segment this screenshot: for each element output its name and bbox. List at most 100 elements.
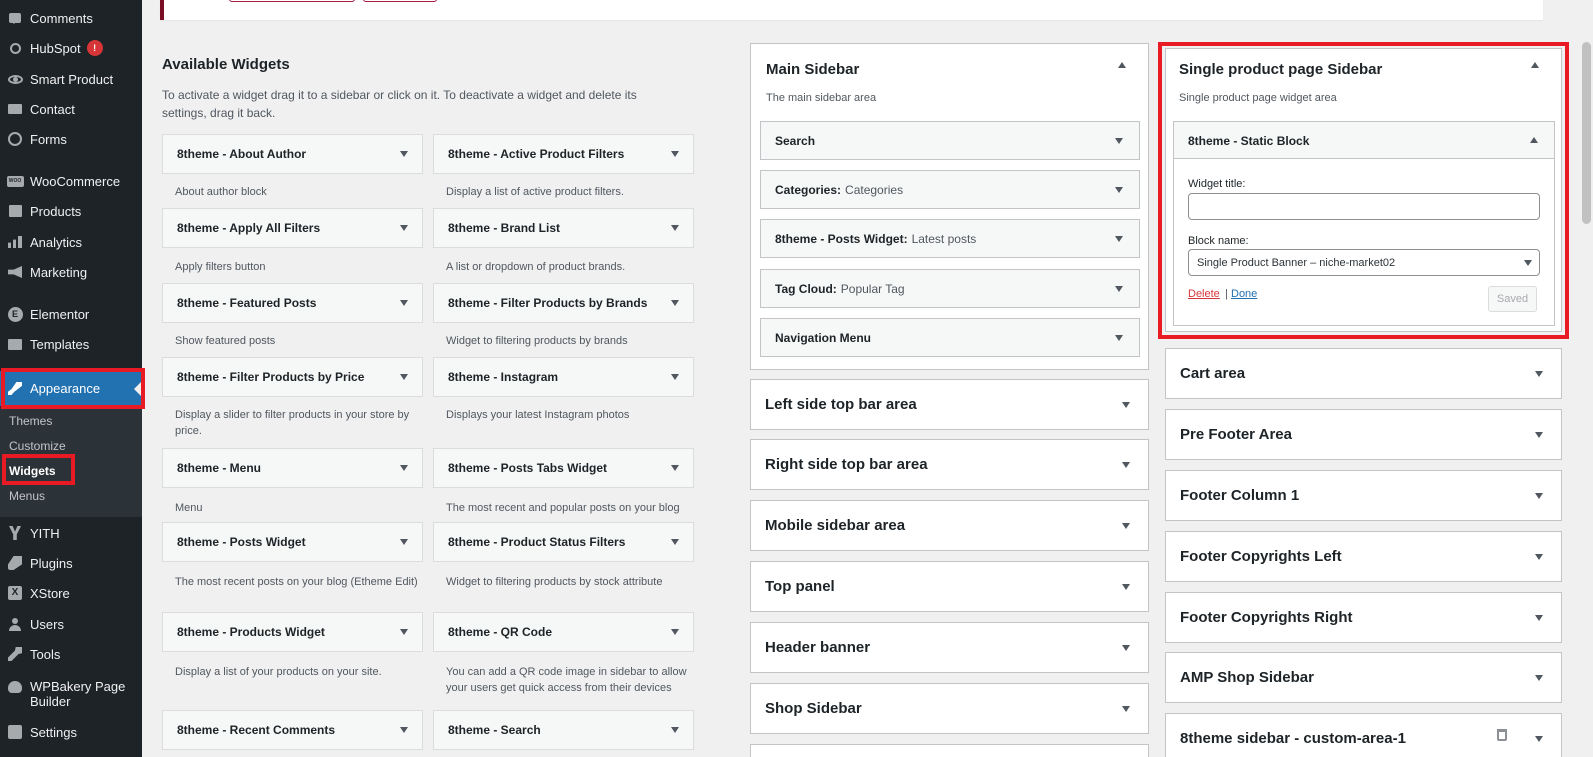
widget-about-author[interactable]: 8theme - About Author: [162, 134, 423, 174]
available-widgets-description: To activate a widget drag it to a sideba…: [162, 88, 637, 120]
sidebar-widget-search[interactable]: Search: [760, 121, 1140, 160]
sidebar-widget-posts[interactable]: 8theme - Posts Widget: Latest posts: [760, 219, 1140, 258]
submenu-menus[interactable]: Menus: [9, 489, 45, 503]
chevron-up-icon[interactable]: [1531, 62, 1539, 68]
menu-item-forms[interactable]: Forms: [0, 124, 142, 154]
sidebar-widget-navigation-menu[interactable]: Navigation Menu: [760, 318, 1140, 357]
sidebar-widget-categories[interactable]: Categories: Categories: [760, 170, 1140, 209]
widget-products-widget[interactable]: 8theme - Products Widget: [162, 612, 423, 652]
area-left-side-top-bar[interactable]: Left side top bar area: [750, 379, 1149, 430]
submenu-customize[interactable]: Customize: [9, 439, 66, 453]
chevron-down-icon: [400, 727, 408, 733]
main-sidebar: Main Sidebar The main sidebar area Searc…: [750, 43, 1149, 370]
chevron-down-icon: [1122, 583, 1130, 590]
single-product-sidebar-title[interactable]: Single product page Sidebar: [1179, 61, 1382, 78]
folder-icon: [8, 338, 22, 350]
block-name-select[interactable]: Single Product Banner – niche-market02: [1188, 249, 1540, 276]
chevron-down-icon: [671, 727, 679, 733]
area-pre-footer[interactable]: Pre Footer Area: [1165, 409, 1562, 460]
menu-item-hubspot[interactable]: HubSpot!: [0, 33, 142, 63]
widget-filter-products-by-price[interactable]: 8theme - Filter Products by Price: [162, 357, 423, 397]
widget-description: Widget to filtering products by stock at…: [446, 576, 663, 588]
widget-search[interactable]: 8theme - Search: [433, 710, 694, 750]
widget-description: A list or dropdown of product brands.: [446, 261, 626, 273]
chevron-up-icon[interactable]: [1118, 62, 1126, 68]
chevron-down-icon: [1535, 674, 1543, 681]
menu-item-elementor[interactable]: E Elementor: [0, 299, 142, 329]
menu-item-appearance[interactable]: Appearance: [0, 371, 142, 406]
menu-item-woocommerce[interactable]: WOO WooCommerce: [0, 166, 142, 196]
widget-brand-list[interactable]: 8theme - Brand List: [433, 208, 694, 248]
menu-item-wpbakery[interactable]: WPBakery Page Builder: [0, 677, 142, 713]
widget-posts-tabs[interactable]: 8theme - Posts Tabs Widget: [433, 448, 694, 488]
chevron-down-icon: [1535, 431, 1543, 438]
widget-instagram[interactable]: 8theme - Instagram: [433, 357, 694, 397]
trash-icon[interactable]: [1497, 729, 1507, 741]
menu-item-comments[interactable]: Comments: [0, 3, 142, 33]
area-footer-copyrights-left[interactable]: Footer Copyrights Left: [1165, 531, 1562, 582]
menu-item-settings[interactable]: Settings: [0, 717, 142, 747]
chevron-down-icon: [671, 374, 679, 380]
widget-description: Display a list of active product filters…: [446, 186, 624, 198]
done-link[interactable]: Done: [1231, 288, 1257, 300]
widget-description: You can add a QR code image in sidebar t…: [446, 666, 687, 694]
menu-item-analytics[interactable]: Analytics: [0, 227, 142, 257]
menu-item-contact[interactable]: Contact: [0, 94, 142, 124]
widget-active-product-filters[interactable]: 8theme - Active Product Filters: [433, 134, 694, 174]
area-mobile-sidebar[interactable]: Mobile sidebar area: [750, 500, 1149, 551]
chevron-down-icon: [1115, 335, 1123, 341]
chevron-down-icon: [671, 629, 679, 635]
delete-link[interactable]: Delete: [1188, 288, 1220, 300]
static-block-widget-header[interactable]: 8theme - Static Block: [1174, 122, 1554, 159]
area-custom-area-1[interactable]: 8theme sidebar - custom-area-1: [1165, 713, 1562, 757]
hubspot-icon: [9, 42, 21, 54]
area-cart[interactable]: Cart area: [1165, 348, 1562, 399]
area-amp-shop-sidebar[interactable]: AMP Shop Sidebar: [1165, 652, 1562, 703]
menu-item-templates[interactable]: Templates: [0, 329, 142, 359]
area-footer-column-1[interactable]: Footer Column 1: [1165, 470, 1562, 521]
chevron-down-icon: [400, 539, 408, 545]
saved-button[interactable]: Saved: [1488, 286, 1537, 312]
menu-item-xstore[interactable]: X XStore: [0, 578, 142, 608]
area-shop-sidebar[interactable]: Shop Sidebar: [750, 683, 1149, 734]
menu-item-smart-product[interactable]: Smart Product: [0, 64, 142, 94]
area-next[interactable]: [750, 744, 1149, 757]
area-right-side-top-bar[interactable]: Right side top bar area: [750, 439, 1149, 490]
area-footer-copyrights-right[interactable]: Footer Copyrights Right: [1165, 592, 1562, 643]
widget-title-input[interactable]: [1188, 193, 1540, 220]
chevron-down-icon: [1115, 187, 1123, 193]
widget-featured-posts[interactable]: 8theme - Featured Posts: [162, 283, 423, 323]
available-widgets-title: Available Widgets: [162, 56, 290, 73]
single-product-sidebar-description: Single product page widget area: [1179, 92, 1337, 104]
mail-icon: [8, 104, 22, 114]
elementor-icon: E: [7, 306, 23, 322]
widget-recent-comments[interactable]: 8theme - Recent Comments: [162, 710, 423, 750]
widget-product-status-filters[interactable]: 8theme - Product Status Filters: [433, 522, 694, 562]
submenu-themes[interactable]: Themes: [9, 414, 52, 428]
widget-description: Display a slider to filter products in y…: [175, 409, 410, 437]
admin-menu: Comments HubSpot! Smart Product Contact …: [0, 0, 142, 757]
notice-button-secondary[interactable]: [363, 0, 437, 2]
chevron-down-icon: [1524, 260, 1532, 266]
notice-button[interactable]: [229, 0, 355, 2]
sidebar-widget-tag-cloud[interactable]: Tag Cloud: Popular Tag: [760, 269, 1140, 308]
main-sidebar-title[interactable]: Main Sidebar: [766, 61, 859, 78]
widget-qr-code[interactable]: 8theme - QR Code: [433, 612, 694, 652]
chevron-down-icon: [400, 300, 408, 306]
scrollbar-thumb[interactable]: [1582, 42, 1591, 224]
menu-item-tools[interactable]: Tools: [0, 639, 142, 669]
widget-filter-products-by-brands[interactable]: 8theme - Filter Products by Brands: [433, 283, 694, 323]
menu-item-plugins[interactable]: Plugins: [0, 548, 142, 578]
widget-description: Apply filters button: [175, 261, 266, 273]
area-top-panel[interactable]: Top panel: [750, 561, 1149, 612]
widget-menu[interactable]: 8theme - Menu: [162, 448, 423, 488]
submenu-widgets[interactable]: Widgets: [9, 464, 56, 478]
menu-item-users[interactable]: Users: [0, 609, 142, 639]
widget-posts-widget[interactable]: 8theme - Posts Widget: [162, 522, 423, 562]
menu-item-products[interactable]: Products: [0, 196, 142, 226]
area-header-banner[interactable]: Header banner: [750, 622, 1149, 673]
menu-item-yith[interactable]: YITH: [0, 518, 142, 548]
comments-icon: [9, 13, 21, 24]
widget-apply-all-filters[interactable]: 8theme - Apply All Filters: [162, 208, 423, 248]
menu-item-marketing[interactable]: Marketing: [0, 257, 142, 287]
